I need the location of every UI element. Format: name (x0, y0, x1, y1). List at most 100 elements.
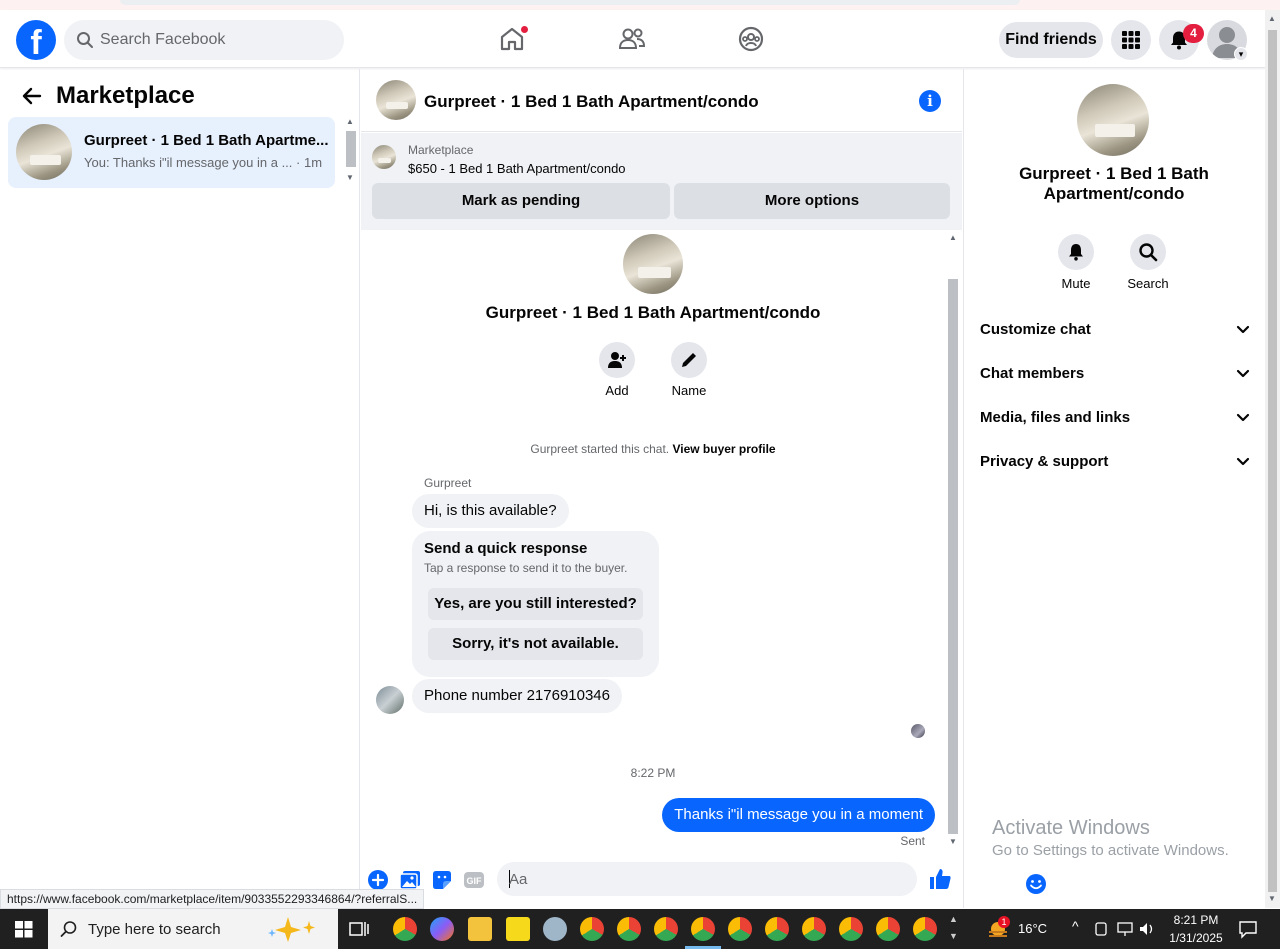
copilot-app-icon[interactable] (430, 917, 454, 941)
customize-chat-section[interactable]: Customize chat (980, 315, 1250, 345)
chrome-profile-icon[interactable] (617, 917, 641, 941)
copilot-sparkle-icon[interactable] (264, 915, 324, 943)
chat-scrollbar[interactable]: ▲ ▼ (944, 231, 961, 849)
friends-icon[interactable] (617, 24, 647, 54)
chat-header: Gurpreet · 1 Bed 1 Bath Apartment/condo … (361, 69, 962, 132)
listing-title[interactable]: $650 - 1 Bed 1 Bath Apartment/condo (408, 161, 626, 176)
outgoing-message[interactable]: Thanks i"il message you in a moment (662, 798, 935, 832)
marketplace-label: Marketplace (408, 143, 474, 157)
privacy-support-section[interactable]: Privacy & support (980, 447, 1250, 477)
chrome-profile-icon[interactable] (654, 917, 678, 941)
scroll-up-arrow[interactable]: ▲ (346, 117, 354, 126)
search-input[interactable]: Search Facebook (64, 20, 344, 60)
scroll-down-arrow[interactable]: ▼ (948, 837, 958, 846)
windows-start-icon[interactable] (0, 909, 48, 949)
quick-response-yes-button[interactable]: Yes, are you still interested? (428, 588, 643, 620)
incoming-message[interactable]: Hi, is this available? (412, 494, 569, 528)
file-explorer-icon[interactable] (468, 917, 492, 941)
find-friends-button[interactable]: Find friends (999, 22, 1103, 58)
like-thumb-icon[interactable] (928, 867, 952, 891)
view-buyer-profile-link[interactable]: View buyer profile (672, 442, 775, 456)
chevron-down-icon (1236, 413, 1250, 422)
link-status-bar: https://www.facebook.com/marketplace/ite… (0, 889, 425, 909)
add-button[interactable]: Add (587, 342, 647, 398)
message-input[interactable]: Aa (497, 862, 1046, 896)
message-timestamp: 8:22 PM (630, 766, 676, 780)
network-icon[interactable] (1095, 920, 1157, 938)
sender-avatar[interactable] (376, 686, 404, 714)
page-scrollbar[interactable]: ▲ ▼ (1265, 10, 1280, 908)
mark-as-pending-button[interactable]: Mark as pending (372, 183, 670, 219)
sticker-icon[interactable] (431, 869, 453, 891)
chrome-app-icon[interactable] (393, 917, 417, 941)
quick-response-sorry-button[interactable]: Sorry, it's not available. (428, 628, 643, 660)
photo-icon[interactable] (399, 869, 421, 891)
conversation-item[interactable]: Gurpreet · 1 Bed 1 Bath Apartme... You: … (8, 117, 335, 188)
chrome-profile-icon[interactable] (802, 917, 826, 941)
scroll-down-arrow[interactable]: ▼ (346, 173, 354, 182)
listing-thumbnail (16, 124, 72, 180)
chrome-profile-icon[interactable] (580, 917, 604, 941)
svg-text:GIF: GIF (467, 876, 483, 886)
incoming-message[interactable]: Phone number 2176910346 (412, 679, 622, 713)
chrome-profile-icon[interactable] (913, 917, 937, 941)
tray-expand-chevron-icon[interactable]: ^ (1072, 918, 1079, 934)
chat-header-thumbnail[interactable] (376, 80, 416, 120)
gif-icon[interactable]: GIF (463, 869, 485, 891)
name-button[interactable]: Name (659, 342, 719, 398)
chrome-profile-icon[interactable] (839, 917, 863, 941)
search-placeholder: Search Facebook (100, 31, 226, 48)
chrome-profile-icon[interactable] (691, 917, 715, 941)
chat-members-section[interactable]: Chat members (980, 359, 1250, 389)
scroll-up-arrow[interactable]: ▲ (948, 233, 958, 242)
notification-center-icon[interactable] (1238, 919, 1258, 939)
plus-circle-icon[interactable] (367, 869, 389, 891)
mute-button[interactable]: Mute (1046, 234, 1106, 291)
media-files-links-section[interactable]: Media, files and links (980, 403, 1250, 433)
top-navbar: f Search Facebook Find friends 4 ▾ (0, 10, 1265, 68)
chrome-profile-icon[interactable] (876, 917, 900, 941)
chat-window: Gurpreet · 1 Bed 1 Bath Apartment/condo … (361, 69, 1046, 908)
section-label: Privacy & support (980, 453, 1109, 470)
task-view-icon[interactable] (348, 919, 370, 939)
sticky-notes-icon[interactable] (506, 917, 530, 941)
add-label: Add (605, 383, 629, 398)
chrome-profile-icon[interactable] (765, 917, 789, 941)
menu-button[interactable] (1111, 20, 1151, 60)
facebook-logo[interactable]: f (16, 20, 56, 60)
paint-app-icon[interactable] (543, 917, 567, 941)
sidebar-scroll-thumb[interactable] (346, 131, 356, 167)
conversation-title: Gurpreet · 1 Bed 1 Bath Apartme... (84, 132, 329, 149)
info-icon[interactable]: i (919, 90, 941, 112)
chat-scroll-thumb[interactable] (948, 279, 958, 834)
search-icon (60, 921, 77, 937)
search-icon (77, 32, 93, 48)
scroll-up-arrow[interactable]: ▲ (1268, 14, 1276, 23)
chrome-profile-icon[interactable] (728, 917, 752, 941)
message-placeholder: Aa (509, 871, 528, 888)
scroll-down-arrow[interactable]: ▼ (1268, 894, 1276, 903)
section-label: Chat members (980, 365, 1085, 382)
windows-taskbar: Type here to search ▲ ▼ 1 16°C ^ 8:21 PM … (0, 909, 1280, 949)
marketplace-banner: Marketplace $650 - 1 Bed 1 Bath Apartmen… (361, 133, 962, 230)
sidebar-scrollbar[interactable]: ▲ ▼ (343, 117, 357, 187)
account-chevron-icon[interactable]: ▾ (1234, 47, 1248, 61)
taskbar-search[interactable]: Type here to search (48, 909, 338, 949)
page-scroll-thumb[interactable] (1268, 30, 1277, 892)
more-options-button[interactable]: More options (674, 183, 950, 219)
banner-listing-thumbnail[interactable] (372, 145, 396, 169)
quick-response-card: Send a quick response Tap a response to … (412, 531, 659, 677)
back-arrow-icon[interactable] (20, 86, 44, 106)
details-thumbnail[interactable] (1077, 84, 1149, 156)
address-bar[interactable] (120, 0, 1020, 5)
groups-icon[interactable] (736, 24, 766, 54)
taskbar-clock[interactable]: 8:21 PM 1/31/2025 (1166, 911, 1226, 947)
weather-temperature[interactable]: 16°C (1018, 921, 1047, 936)
message-thread: Gurpreet · 1 Bed 1 Bath Apartment/condo … (361, 230, 945, 850)
add-person-icon (599, 342, 635, 378)
taskbar-overflow-arrows[interactable]: ▲ ▼ (949, 911, 958, 945)
search-in-chat-button[interactable]: Search (1118, 234, 1178, 291)
chat-header-title[interactable]: Gurpreet · 1 Bed 1 Bath Apartment/condo (424, 92, 759, 112)
chat-details-panel: Gurpreet · 1 Bed 1 Bath Apartment/condo … (963, 69, 1265, 908)
sender-name: Gurpreet (424, 476, 472, 490)
